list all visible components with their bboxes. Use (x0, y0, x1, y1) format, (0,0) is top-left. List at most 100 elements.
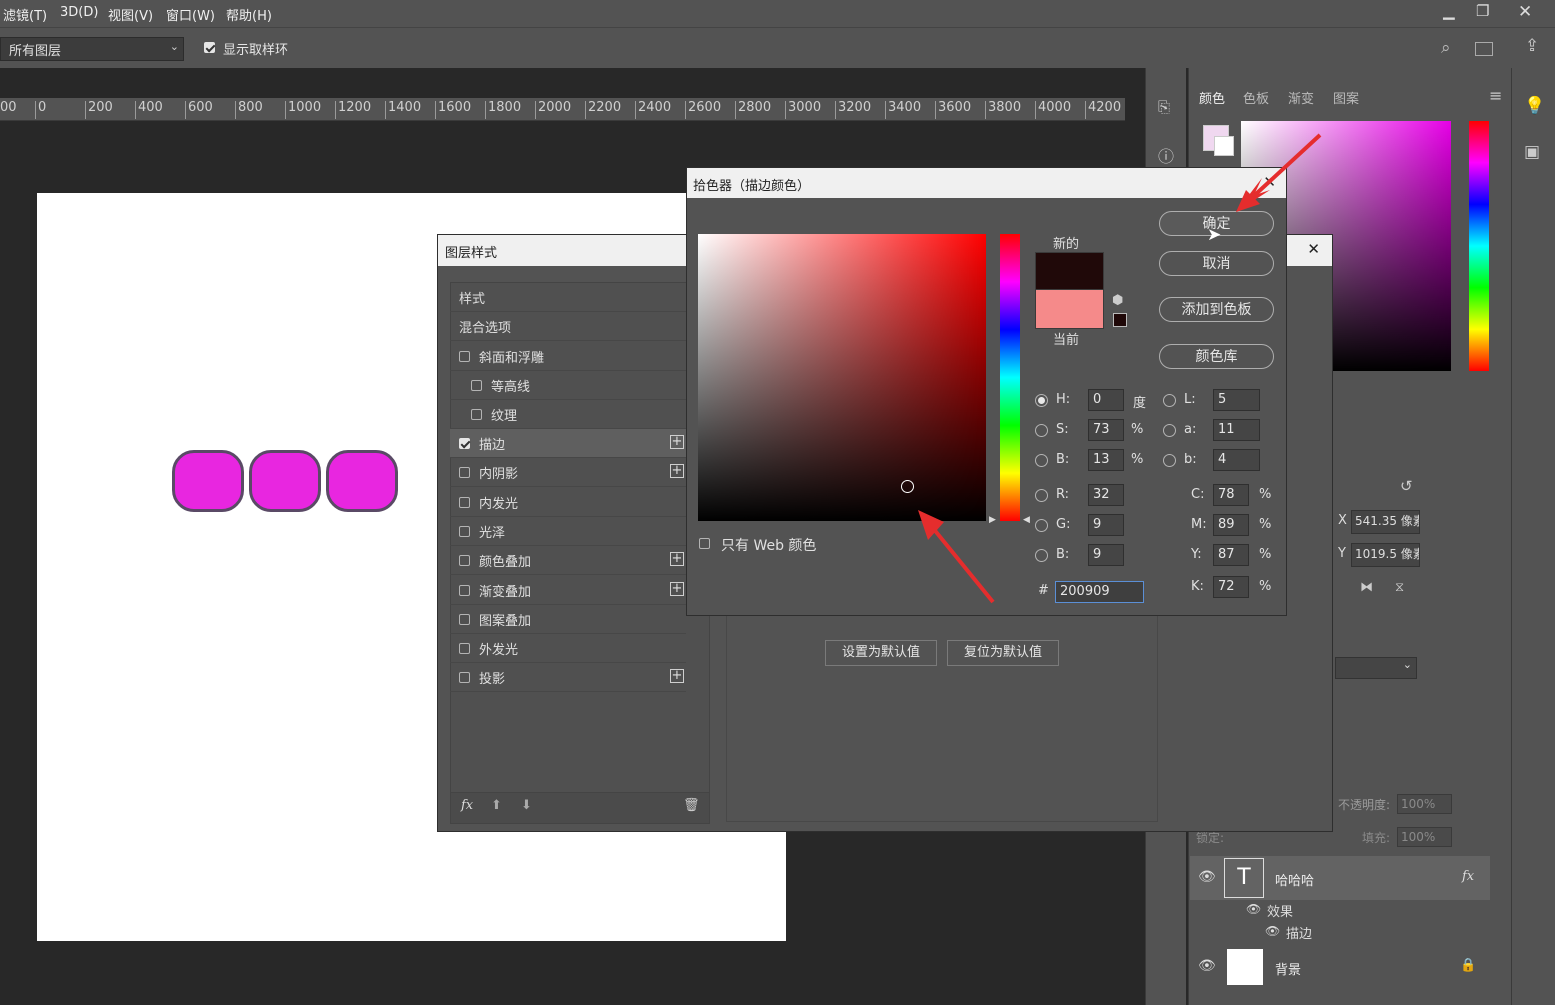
reset-icon[interactable]: ↺ (1400, 477, 1413, 495)
red-radio[interactable] (1035, 489, 1048, 502)
trash-icon[interactable]: 🗑 (683, 798, 700, 813)
move-up-icon[interactable]: ⬆ (491, 798, 502, 813)
layer-fx-badge[interactable]: fx (1462, 869, 1474, 884)
fx-menu-icon[interactable]: fx (461, 798, 473, 813)
black-field[interactable]: 72 (1213, 576, 1249, 598)
add-drop-shadow-icon[interactable]: + (670, 669, 684, 683)
eye-icon[interactable]: 👁 (1246, 902, 1261, 916)
color-overlay-checkbox[interactable] (459, 555, 470, 566)
info-icon[interactable]: ⓘ (1158, 143, 1174, 167)
pattern-overlay-checkbox[interactable] (459, 614, 470, 625)
hue-radio[interactable] (1035, 394, 1048, 407)
eye-icon[interactable]: 👁 (1198, 958, 1216, 974)
saturation-field[interactable]: 73 (1088, 419, 1124, 441)
hue-field[interactable]: 0 (1088, 389, 1124, 411)
texture-checkbox[interactable] (471, 409, 482, 420)
stroke-checkbox[interactable] (459, 438, 470, 449)
lightbulb-icon[interactable]: 💡 (1524, 96, 1545, 116)
saturation-radio[interactable] (1035, 424, 1048, 437)
blue-radio[interactable] (1035, 549, 1048, 562)
move-down-icon[interactable]: ⬇ (521, 798, 532, 813)
style-item-gradient-overlay[interactable]: 渐变叠加 + (450, 576, 686, 605)
menu-help[interactable]: 帮助(H) (226, 5, 272, 24)
tab-patterns[interactable]: 图案 (1333, 88, 1359, 107)
style-item-bevel[interactable]: 斜面和浮雕 (450, 342, 686, 371)
inner-glow-checkbox[interactable] (459, 497, 470, 508)
style-item-outer-glow[interactable]: 外发光 (450, 634, 686, 663)
green-field[interactable]: 9 (1088, 514, 1124, 536)
menu-3d[interactable]: 3D(D) (60, 5, 98, 20)
yellow-field[interactable]: 87 (1213, 544, 1249, 566)
minimize-icon[interactable]: ▁ (1443, 2, 1455, 20)
hex-field[interactable]: 200909 (1055, 581, 1144, 603)
tab-gradients[interactable]: 渐变 (1288, 88, 1314, 107)
eye-icon[interactable]: 👁 (1198, 869, 1216, 885)
style-item-satin[interactable]: 光泽 (450, 517, 686, 546)
tab-color[interactable]: 颜色 (1199, 88, 1225, 107)
set-default-button[interactable]: 设置为默认值 (825, 640, 937, 666)
background-layer-name[interactable]: 背景 (1275, 959, 1301, 978)
menu-filter[interactable]: 滤镜(T) (3, 5, 47, 24)
style-item-inner-glow[interactable]: 内发光 (450, 488, 686, 517)
menu-view[interactable]: 视图(V) (108, 5, 153, 24)
brightness-field[interactable]: 13 (1088, 449, 1124, 471)
lab-l-field[interactable]: 5 (1213, 389, 1260, 411)
lab-b-radio[interactable] (1163, 454, 1176, 467)
fill-field[interactable]: 100% (1397, 827, 1452, 847)
style-item-pattern-overlay[interactable]: 图案叠加 (450, 605, 686, 634)
blue-field[interactable]: 9 (1088, 544, 1124, 566)
learn-icon[interactable]: ▣ (1524, 142, 1540, 162)
close-icon[interactable]: ✕ (1307, 240, 1320, 258)
red-field[interactable]: 32 (1088, 484, 1124, 506)
close-icon[interactable]: ✕ (1263, 173, 1276, 191)
add-to-swatches-button[interactable]: 添加到色板 (1159, 297, 1274, 322)
brightness-radio[interactable] (1035, 454, 1048, 467)
eye-icon[interactable]: 👁 (1265, 924, 1280, 938)
share-icon[interactable]: ⇪ (1525, 36, 1539, 56)
panel-menu-icon[interactable]: ≡ (1489, 86, 1502, 105)
properties-dropdown[interactable]: ⌄ (1335, 657, 1417, 679)
style-item-stroke[interactable]: 描边 + (450, 429, 686, 458)
stroke-effect-label[interactable]: 描边 (1286, 923, 1312, 942)
workspace-icon[interactable] (1475, 42, 1493, 56)
current-color-swatch[interactable] (1035, 289, 1104, 329)
color-libraries-button[interactable]: 颜色库 (1159, 344, 1274, 369)
lab-a-field[interactable]: 11 (1213, 419, 1260, 441)
hue-slider-right-arrow[interactable]: ◀ (1023, 515, 1030, 525)
show-ring-checkbox[interactable] (204, 42, 215, 53)
tab-swatches[interactable]: 色板 (1243, 88, 1269, 107)
x-position-field[interactable]: 541.35 像素 (1351, 510, 1420, 534)
style-item-inner-shadow[interactable]: 内阴影 + (450, 458, 686, 487)
lab-l-radio[interactable] (1163, 394, 1176, 407)
cyan-field[interactable]: 78 (1213, 484, 1249, 506)
bevel-checkbox[interactable] (459, 351, 470, 362)
close-icon[interactable]: ✕ (1518, 2, 1532, 22)
style-item-contour[interactable]: 等高线 (450, 371, 686, 400)
reset-default-button[interactable]: 复位为默认值 (947, 640, 1059, 666)
cancel-button[interactable]: 取消 (1159, 251, 1274, 276)
blend-options-item[interactable]: 混合选项 (450, 312, 686, 341)
lab-a-radio[interactable] (1163, 424, 1176, 437)
history-icon[interactable]: ⎘ (1158, 98, 1170, 116)
search-icon[interactable]: ⌕ (1441, 38, 1451, 58)
background-swatch[interactable] (1214, 136, 1234, 156)
flip-vertical-icon[interactable]: ⧖ (1395, 580, 1404, 595)
hue-slider[interactable] (1469, 121, 1489, 371)
hue-slider[interactable] (1000, 234, 1020, 521)
inner-shadow-checkbox[interactable] (459, 467, 470, 478)
text-layer-name[interactable]: 哈哈哈 (1275, 870, 1314, 889)
restore-icon[interactable]: ❐ (1476, 2, 1489, 20)
outer-glow-checkbox[interactable] (459, 643, 470, 654)
flip-horizontal-icon[interactable]: ⧓ (1360, 580, 1373, 595)
lab-b-field[interactable]: 4 (1213, 449, 1260, 471)
hue-slider-left-arrow[interactable]: ▶ (989, 515, 996, 525)
y-position-field[interactable]: 1019.5 像素 (1351, 543, 1420, 567)
add-color-overlay-icon[interactable]: + (670, 552, 684, 566)
style-item-texture[interactable]: 纹理 (450, 400, 686, 429)
style-item-drop-shadow[interactable]: 投影 + (450, 663, 686, 692)
menu-window[interactable]: 窗口(W) (166, 5, 215, 24)
add-inner-shadow-icon[interactable]: + (670, 464, 684, 478)
opacity-field[interactable]: 100% (1397, 794, 1452, 814)
add-stroke-icon[interactable]: + (670, 435, 684, 449)
color-field-cursor[interactable] (901, 480, 914, 493)
